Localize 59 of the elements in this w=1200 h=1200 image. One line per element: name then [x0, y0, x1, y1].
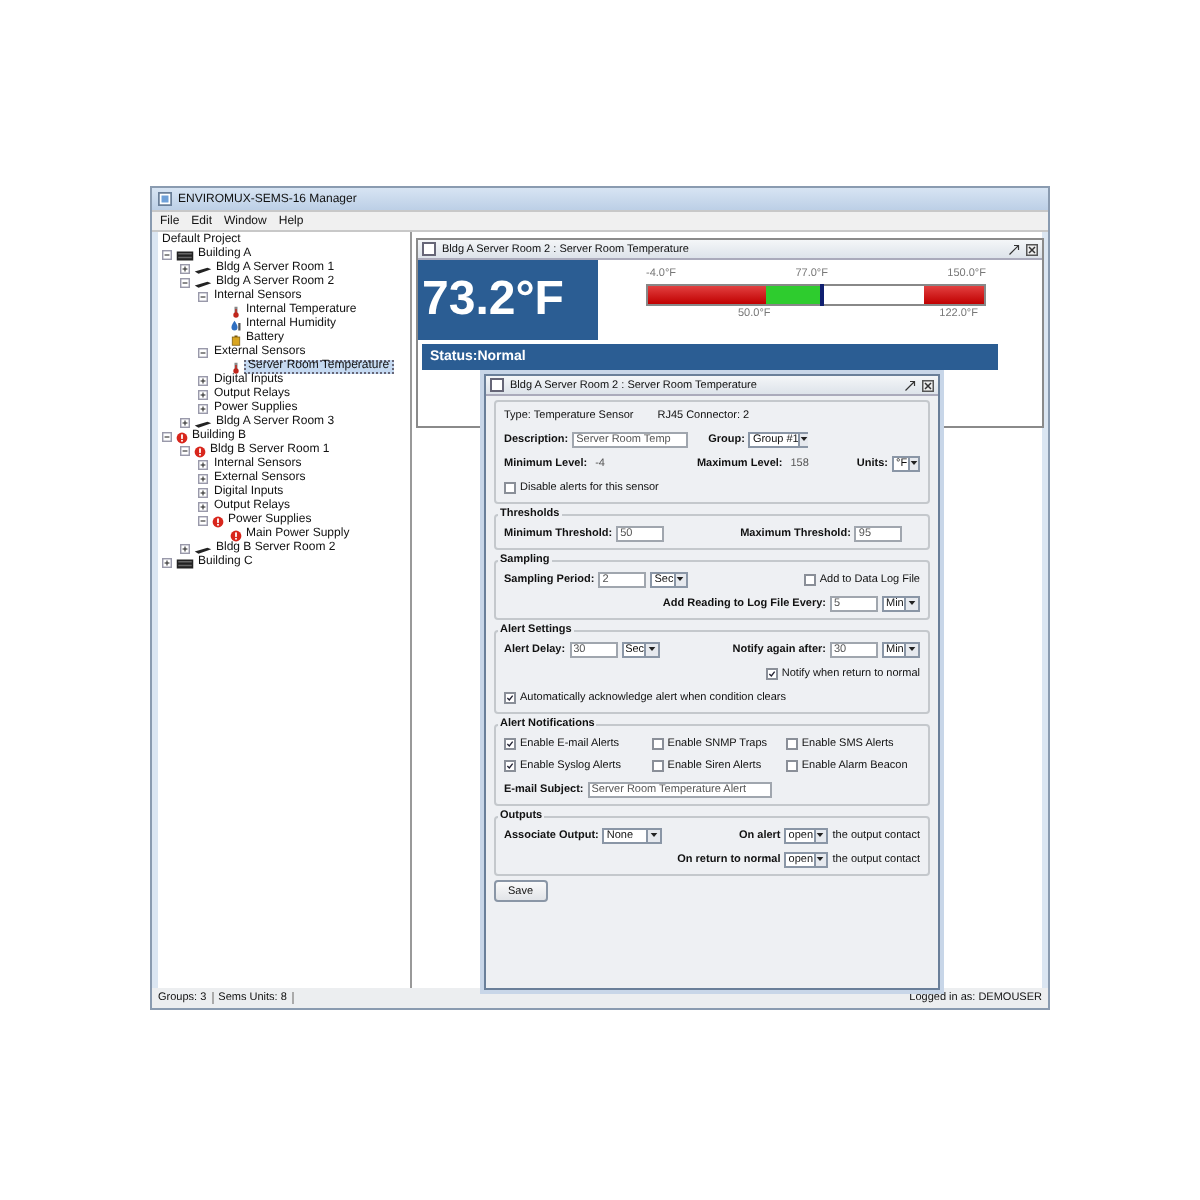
caret-icon: [647, 646, 656, 652]
alarm-icon: [230, 529, 242, 541]
close-icon[interactable]: [1026, 243, 1038, 255]
alarm-icon: [212, 515, 224, 527]
alarm-icon: [176, 431, 188, 443]
close-icon[interactable]: [922, 379, 934, 391]
expand-toggle[interactable]: [198, 516, 208, 526]
checkbox[interactable]: [803, 573, 816, 585]
expand-toggle[interactable]: [180, 264, 190, 274]
expand-toggle[interactable]: [198, 376, 208, 386]
expand-toggle[interactable]: [198, 474, 208, 484]
checkbox[interactable]: [785, 737, 798, 749]
checkbox[interactable]: [765, 667, 778, 679]
app-icon: [158, 192, 172, 206]
expand-toggle[interactable]: [180, 278, 190, 288]
checkbox[interactable]: [785, 759, 798, 771]
server-icon: [176, 557, 194, 569]
expand-toggle[interactable]: [180, 446, 190, 456]
battery-icon: [230, 333, 242, 345]
expand-toggle[interactable]: [180, 418, 190, 428]
caret-icon: [650, 832, 659, 838]
expand-toggle[interactable]: [198, 502, 208, 512]
caret-icon: [909, 460, 918, 466]
expand-toggle[interactable]: [198, 348, 208, 358]
checkbox[interactable]: [504, 759, 516, 771]
expand-toggle[interactable]: [198, 488, 208, 498]
restore-icon[interactable]: [1008, 243, 1020, 255]
alarm-range: [923, 286, 984, 304]
expand-toggle[interactable]: [198, 390, 208, 400]
checkbox[interactable]: [651, 759, 664, 771]
checkbox[interactable]: [504, 737, 516, 749]
caret-icon: [816, 832, 825, 838]
expand-toggle[interactable]: [198, 460, 208, 470]
normal-range: [765, 286, 823, 304]
expand-toggle[interactable]: [162, 250, 172, 260]
checkbox[interactable]: [504, 691, 516, 703]
server-icon: [176, 249, 194, 261]
caret-icon: [908, 600, 916, 606]
restore-icon[interactable]: [904, 379, 916, 391]
window-icon: [490, 378, 504, 392]
expand-toggle[interactable]: [180, 544, 190, 554]
thermometer-icon: [230, 361, 242, 373]
humidity-icon: [230, 319, 242, 331]
checkbox[interactable]: [651, 737, 664, 749]
caret-icon: [800, 436, 809, 442]
temperature-reading: 73.2°F: [418, 260, 598, 340]
device-icon: [194, 543, 212, 555]
expand-toggle[interactable]: [198, 404, 208, 414]
thermometer-icon: [230, 305, 242, 317]
device-icon: [194, 417, 212, 429]
caret-icon: [908, 646, 916, 652]
expand-toggle[interactable]: [162, 558, 172, 568]
alarm-icon: [194, 445, 206, 457]
caret-icon: [816, 856, 825, 862]
caret-icon: [676, 576, 685, 582]
expand-toggle[interactable]: [162, 432, 172, 442]
checkbox[interactable]: [504, 481, 516, 493]
alarm-range: [648, 286, 766, 304]
expand-toggle[interactable]: [198, 292, 208, 302]
